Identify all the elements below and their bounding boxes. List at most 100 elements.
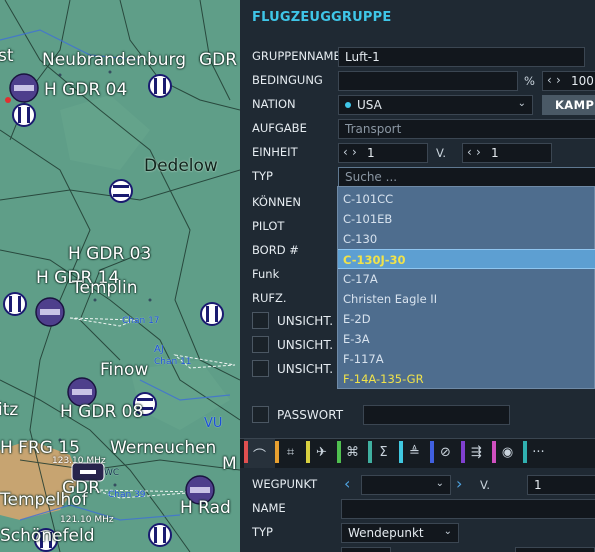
- map-view[interactable]: st Neubrandenburg GDR H GDR 04 Dedelow H…: [0, 0, 240, 552]
- v-value: 1: [491, 146, 499, 160]
- chevron-left-icon[interactable]: ‹: [343, 145, 348, 159]
- tab-prohibit[interactable]: ⊘: [430, 439, 461, 468]
- map-label-neubrandenburg: Neubrandenburg: [42, 50, 186, 70]
- sum-icon: Σ: [379, 445, 388, 460]
- type-label: TYP: [252, 169, 273, 183]
- chevron-right-icon[interactable]: ›: [476, 145, 481, 159]
- tab-color-bar: [523, 441, 527, 463]
- tab-target[interactable]: ⌗: [275, 439, 306, 468]
- combat-button[interactable]: KAMPF: [542, 95, 595, 115]
- row-waypoint-type: TYP Wendepunkt ⌄: [240, 522, 595, 544]
- row-type: TYP Suche ...: [240, 166, 595, 188]
- map-channel-2: Chan 11: [154, 357, 192, 367]
- waypoint-label: WEGPUNKT: [252, 477, 318, 491]
- map-label-gdr-bottom: GDR: [62, 478, 101, 498]
- aircraft-icon: ✈: [316, 445, 327, 460]
- chevron-left-icon[interactable]: ‹: [467, 145, 472, 159]
- invisible-checkbox-2[interactable]: [252, 336, 269, 353]
- chevron-right-icon[interactable]: ›: [556, 73, 561, 87]
- type-dropdown-list[interactable]: C-101CC C-101EB C-130 C-130J-30 C-17A Christe…: [337, 186, 595, 389]
- type-option[interactable]: F-117A: [338, 349, 595, 369]
- unit-label: EINHEIT: [252, 145, 298, 159]
- waypoint-extra-field-1[interactable]: [341, 547, 391, 552]
- task-select[interactable]: Transport: [338, 119, 595, 139]
- map-label-h-frg-15: H FRG 15: [0, 438, 80, 458]
- tab-aircraft[interactable]: ✈: [306, 439, 337, 468]
- waypoint-prev-icon[interactable]: ‹: [344, 474, 350, 493]
- radio-icon: ◉: [501, 445, 514, 460]
- map-label-h-gdr-03: H GDR 03: [68, 244, 152, 264]
- tab-color-bar: [306, 441, 310, 463]
- map-frequency-1: 123.10 MHz: [52, 456, 106, 466]
- tab-triggers[interactable]: ≜: [399, 439, 430, 468]
- group-name-label: GRUPPENNAME: [252, 49, 338, 63]
- group-name-input[interactable]: Luft-1: [338, 47, 585, 67]
- nation-select[interactable]: USA ⌄: [338, 95, 533, 115]
- tab-color-bar: [461, 441, 465, 463]
- map-channel-3: Chan 39: [108, 490, 146, 500]
- tab-more[interactable]: ···: [523, 439, 554, 468]
- type-option[interactable]: F-14A-135-GR: [338, 369, 595, 389]
- type-option[interactable]: C-130J-30: [338, 249, 595, 269]
- row-group-name: GRUPPENNAME Luft-1: [240, 46, 595, 68]
- invisible-checkbox-3[interactable]: [252, 360, 269, 377]
- condition-percent-stepper[interactable]: ‹ › 100: [542, 71, 595, 91]
- tab-color-bar: [492, 441, 496, 463]
- more-icon: ···: [532, 445, 545, 460]
- type-option[interactable]: C-101EB: [338, 209, 595, 229]
- waypoint-type-label: TYP: [252, 525, 273, 539]
- password-checkbox[interactable]: [252, 406, 269, 423]
- waypoint-type-select[interactable]: Wendepunkt ⌄: [341, 523, 459, 543]
- type-option[interactable]: C-101CC: [338, 189, 595, 209]
- type-option[interactable]: Christen Eagle II: [338, 289, 595, 309]
- map-label-itz: itz: [0, 400, 19, 420]
- nation-value: USA: [357, 98, 382, 112]
- map-label-h-gdr-08: H GDR 08: [60, 402, 144, 422]
- chevron-down-icon: ⌄: [517, 98, 526, 109]
- map-label-aj: AJ: [154, 344, 164, 355]
- type-option[interactable]: C-130: [338, 229, 595, 249]
- type-search-input[interactable]: Suche ...: [338, 167, 595, 187]
- condition-input[interactable]: [338, 71, 518, 91]
- waypoint-v-input[interactable]: 1: [527, 475, 595, 495]
- password-input[interactable]: [363, 405, 510, 425]
- waypoint-name-label: NAME: [252, 501, 286, 515]
- type-option[interactable]: E-2D: [338, 309, 595, 329]
- map-label-werneuchen: Werneuchen: [110, 438, 217, 458]
- invisible-label-1: UNSICHT. A: [277, 314, 346, 328]
- row-waypoint: WEGPUNKT ‹ ⌄ › V. 1: [240, 474, 595, 496]
- pilot-label: PILOT: [252, 219, 285, 233]
- tab-radio[interactable]: ◉: [492, 439, 523, 468]
- waypoint-name-input[interactable]: [341, 499, 595, 519]
- panel-title: FLUGZEUGGRUPPE: [252, 10, 392, 25]
- waypoint-next-icon[interactable]: ›: [456, 474, 462, 493]
- chevron-left-icon[interactable]: ‹: [547, 73, 552, 87]
- tab-sum[interactable]: Σ: [368, 439, 399, 468]
- tab-loadout[interactable]: ⌘: [337, 439, 368, 468]
- type-option[interactable]: E-3A: [338, 329, 595, 349]
- unit-value: 1: [367, 146, 375, 160]
- v-stepper[interactable]: ‹ › 1: [462, 143, 552, 163]
- type-option[interactable]: C-17A: [338, 269, 595, 289]
- v-label: V.: [436, 146, 447, 160]
- tab-color-bar: [244, 441, 248, 463]
- invisible-label-2: UNSICHT. A: [277, 338, 346, 352]
- tab-actions[interactable]: ⇶: [461, 439, 492, 468]
- invisible-checkbox-1[interactable]: [252, 312, 269, 329]
- triggers-icon: ≜: [409, 445, 420, 460]
- tab-color-bar: [337, 441, 341, 463]
- map-label-schonefeld: Schönefeld: [0, 526, 95, 546]
- waypoint-extra-field-2[interactable]: [515, 547, 595, 552]
- target-icon: ⌗: [286, 445, 295, 460]
- waypoint-select[interactable]: ⌄: [361, 475, 451, 495]
- unit-stepper[interactable]: ‹ › 1: [338, 143, 428, 163]
- waypoint-type-value: Wendepunkt: [348, 526, 424, 540]
- invisible-label-3: UNSICHT. A: [277, 362, 346, 376]
- map-label-templin: Templin: [72, 278, 138, 298]
- map-label-dedelow: Dedelow: [144, 156, 218, 176]
- tab-route[interactable]: ⌒: [244, 439, 275, 468]
- map-channel-1: Chan 17: [122, 316, 160, 326]
- row-waypoint-name: NAME: [240, 498, 595, 520]
- chevron-right-icon[interactable]: ›: [352, 145, 357, 159]
- map-label-m: M: [222, 454, 237, 474]
